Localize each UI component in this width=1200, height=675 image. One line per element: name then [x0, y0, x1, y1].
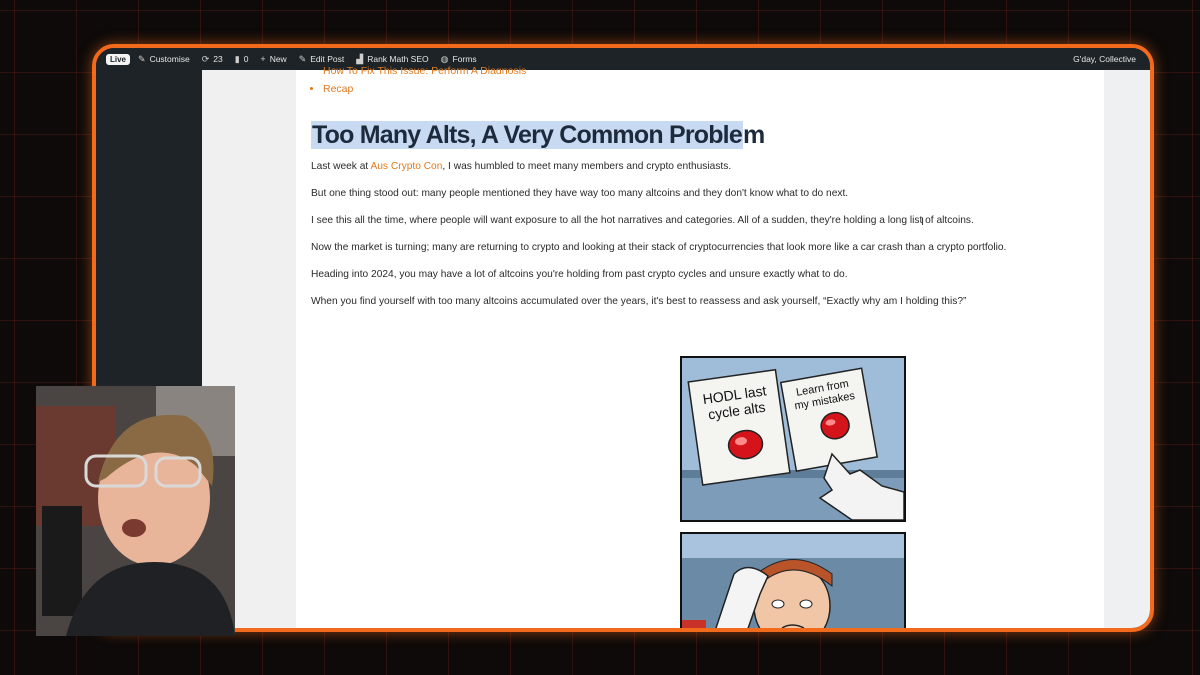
section-heading[interactable]: Too Many Alts, A Very Common Problem: [311, 121, 1081, 150]
refresh-icon: ⟳: [201, 53, 210, 64]
table-of-contents: How To Fix This Issue: Perform A Diagnos…: [311, 65, 1081, 95]
forms-button[interactable]: ◍ Forms: [441, 54, 477, 65]
customise-button[interactable]: ✎ Customise: [138, 54, 190, 65]
meme-image-buttons[interactable]: HODL last cycle alts Learn from my mista…: [680, 356, 906, 522]
comment-icon: ▮: [234, 53, 240, 64]
text-cursor-icon: I: [921, 216, 925, 228]
toc-link[interactable]: Recap: [323, 83, 353, 95]
meme-image-sweating[interactable]: [680, 532, 906, 628]
forms-icon: ◍: [440, 53, 449, 64]
edit-post-label: Edit Post: [310, 54, 345, 64]
right-sidebar: [1104, 70, 1150, 628]
post-sheet: How To Fix This Issue: Perform A Diagnos…: [296, 65, 1104, 628]
webcam-overlay: [36, 386, 235, 636]
comments-count: 0: [243, 54, 249, 64]
toc-link[interactable]: How To Fix This Issue: Perform A Diagnos…: [323, 65, 526, 74]
new-button[interactable]: + New: [260, 54, 286, 64]
new-label: New: [269, 54, 287, 64]
edit-post-button[interactable]: ✎ Edit Post: [299, 54, 345, 65]
paintbrush-icon: ✎: [138, 53, 146, 64]
editor-canvas: How To Fix This Issue: Perform A Diagnos…: [202, 65, 1104, 628]
paragraph[interactable]: When you find yourself with too many alt…: [311, 295, 1081, 308]
toc-item[interactable]: How To Fix This Issue: Perform A Diagnos…: [323, 65, 1081, 74]
paragraph[interactable]: But one thing stood out: many people men…: [311, 187, 1081, 200]
toc-item[interactable]: Recap: [323, 83, 1081, 95]
forms-label: Forms: [452, 54, 477, 64]
paragraph[interactable]: Last week at Aus Crypto Con, I was humbl…: [311, 160, 1081, 173]
account-greeting[interactable]: G'day, Collective: [1073, 54, 1136, 64]
post-content: How To Fix This Issue: Perform A Diagnos…: [311, 65, 1081, 322]
meme-sweating-illustration: [682, 534, 904, 628]
updates-count: 23: [213, 54, 223, 64]
aus-crypto-con-link[interactable]: Aus Crypto Con: [370, 161, 442, 172]
pencil-icon: ✎: [298, 53, 307, 64]
presenter-video: [36, 386, 235, 636]
heading-tail: m: [742, 121, 765, 149]
paragraph-text: Last week at: [311, 161, 371, 172]
paragraph[interactable]: Now the market is turning; many are retu…: [311, 241, 1081, 254]
comments-button[interactable]: ▮ 0: [235, 54, 249, 65]
selected-text: Too Many Alts, A Very Common Proble: [311, 121, 743, 149]
live-badge[interactable]: Live: [106, 53, 131, 65]
customise-label: Customise: [149, 54, 190, 64]
paragraph[interactable]: I see this all the time, where people wi…: [311, 214, 1081, 227]
meme-buttons-illustration: HODL last cycle alts Learn from my mista…: [682, 358, 904, 520]
updates-button[interactable]: ⟳ 23: [202, 54, 223, 65]
rank-math-label: Rank Math SEO: [367, 54, 429, 64]
rank-math-button[interactable]: ▟ Rank Math SEO: [356, 54, 428, 65]
screen-frame: Live ✎ Customise ⟳ 23 ▮ 0 + New ✎ Edit P…: [92, 44, 1154, 632]
plus-icon: +: [260, 54, 266, 64]
rank-math-icon: ▟: [356, 53, 364, 64]
paragraph[interactable]: Heading into 2024, you may have a lot of…: [311, 268, 1081, 281]
paragraph-text: , I was humbled to meet many members and…: [442, 161, 732, 172]
